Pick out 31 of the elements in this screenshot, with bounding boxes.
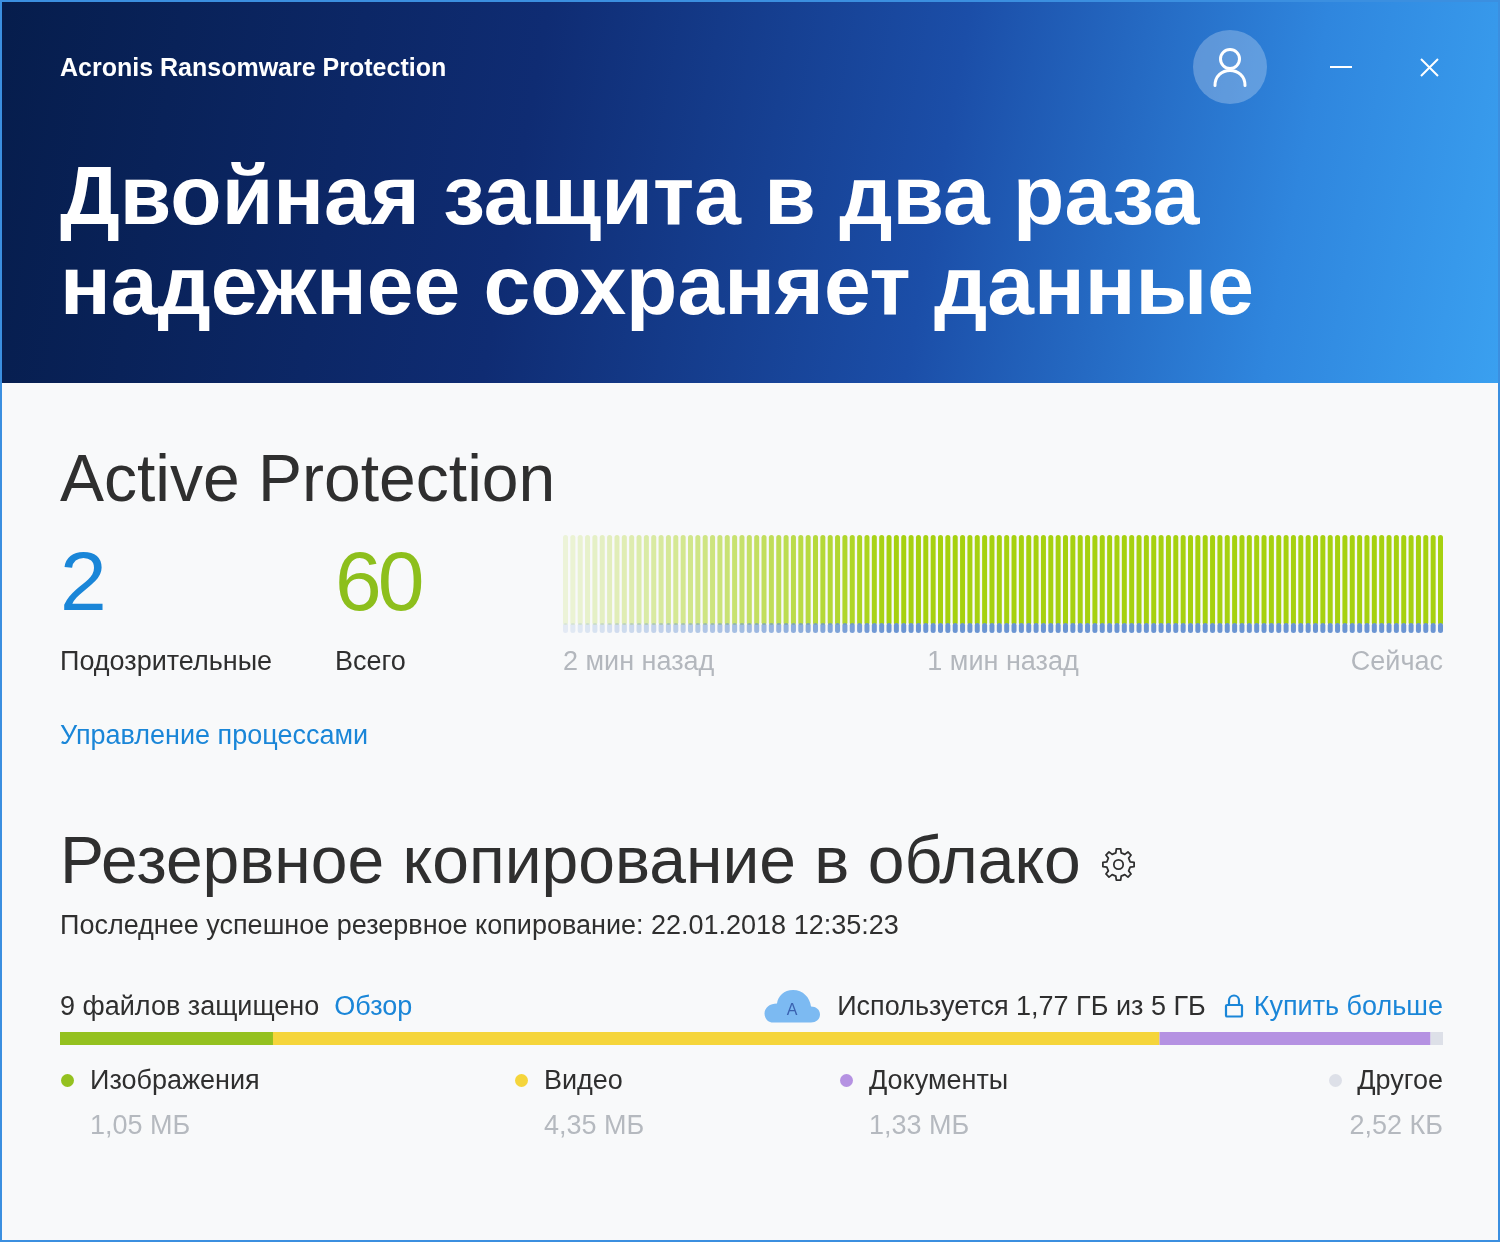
legend-label: Видео	[544, 1064, 623, 1097]
time-axis-label: Сейчас	[1350, 645, 1443, 678]
banner-headline: Двойная защита в два раза надежнее сохраняет данные	[60, 150, 1255, 330]
time-axis-label: 2 мин назад	[563, 645, 715, 678]
settings-icon[interactable]	[1100, 846, 1136, 882]
legend-size: 2,52 КБ	[1349, 1109, 1443, 1142]
storage-usage-text: Используется 1,77 ГБ из 5 ГБ	[837, 990, 1206, 1023]
files-protected-text: 9 файлов защищено	[60, 990, 320, 1023]
section-title: Резервное копирование в облако	[60, 822, 1081, 898]
browse-link[interactable]: Обзор	[334, 989, 413, 1023]
window-title: Acronis Ransomware Protection	[60, 52, 447, 81]
legend-size: 1,05 МБ	[90, 1109, 191, 1142]
stat-value: 60	[335, 538, 421, 624]
stat-label: Подозрительные	[60, 645, 273, 678]
close-icon	[1419, 57, 1439, 77]
user-icon	[1212, 47, 1248, 87]
lock-icon	[1223, 994, 1244, 1018]
stat-value: 2	[60, 538, 103, 624]
manage-processes-link[interactable]: Управление процессами	[60, 718, 369, 752]
minimize-icon	[1330, 66, 1352, 68]
stat-label: Всего	[335, 645, 406, 678]
legend-label: Документы	[869, 1064, 1009, 1097]
legend-label: Другое	[1357, 1064, 1443, 1097]
legend-label: Изображения	[90, 1064, 260, 1097]
legend-size: 4,35 МБ	[544, 1109, 645, 1142]
section-title: Active Protection	[60, 440, 556, 516]
last-backup-text: Последнее успешное резервное копирование: 22.01.2018 12:35:23	[60, 909, 899, 942]
legend-size: 1,33 МБ	[869, 1109, 970, 1142]
cloud-icon: A	[763, 989, 822, 1023]
time-axis-label: 1 мин назад	[927, 645, 1079, 678]
buy-more-link[interactable]: Купить больше	[1223, 989, 1443, 1023]
